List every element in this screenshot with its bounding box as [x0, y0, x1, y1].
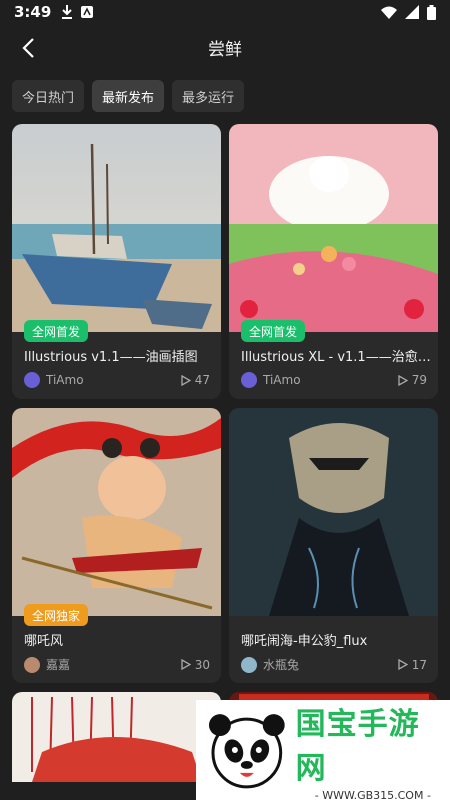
model-card[interactable]: 哪吒闹海-申公豹_flux 水瓶兔 17 [229, 408, 438, 683]
card-author[interactable]: 水瓶兔 [263, 656, 398, 673]
card-thumbnail-bunny-garden [229, 124, 438, 332]
model-card[interactable]: 全网首发 Illustrious v1.1——油画插图 TiAmo 47 [12, 124, 221, 399]
filter-tabs: 今日热门 最新发布 最多运行 [12, 80, 245, 112]
tab-most-run[interactable]: 最多运行 [172, 80, 245, 112]
watermark-url: - WWW.GB315.COM - [314, 788, 431, 800]
card-thumbnail-boat [12, 124, 221, 332]
card-thumbnail-red-sketch [12, 692, 221, 782]
play-icon [181, 659, 191, 670]
signal-icon [405, 5, 419, 19]
model-card-partial[interactable] [12, 692, 221, 782]
battery-icon [427, 4, 436, 20]
card-play-count: 79 [411, 373, 427, 387]
play-icon [398, 374, 408, 386]
status-bar: 3:49 [0, 0, 450, 24]
avatar [24, 656, 40, 673]
tab-latest[interactable]: 最新发布 [92, 80, 165, 112]
card-meta: 水瓶兔 17 [241, 656, 427, 673]
card-title: Illustrious XL - v1.1——治愈系插画 [241, 350, 431, 365]
card-play-count: 47 [194, 373, 210, 387]
app-notification-icon [81, 6, 94, 18]
tab-today-hot[interactable]: 今日热门 [12, 80, 85, 112]
download-icon [62, 5, 73, 19]
card-thumbnail-nezha [12, 408, 221, 616]
site-watermark: 国宝手游网 - WWW.GB315.COM - [196, 700, 450, 800]
card-thumbnail-leopard [229, 408, 438, 616]
panda-logo-icon [208, 714, 285, 789]
model-card[interactable]: 全网独家 哪吒风 嘉嘉 30 [12, 408, 221, 683]
card-author[interactable]: 嘉嘉 [46, 656, 181, 673]
card-author[interactable]: TiAmo [263, 373, 398, 387]
card-play-count: 30 [194, 657, 210, 672]
card-title: Illustrious v1.1——油画插图 [24, 350, 198, 365]
status-time: 3:49 [14, 3, 52, 21]
card-meta: TiAmo 79 [241, 372, 427, 388]
avatar [241, 656, 257, 673]
play-icon [181, 374, 191, 386]
card-play-count: 17 [411, 657, 427, 672]
card-author[interactable]: TiAmo [46, 373, 181, 387]
back-button[interactable] [14, 34, 42, 62]
card-badge: 全网首发 [241, 320, 306, 342]
page-title: 尝鲜 [208, 39, 242, 60]
card-badge: 全网独家 [24, 604, 89, 626]
model-card[interactable]: 全网首发 Illustrious XL - v1.1——治愈系插画 TiAmo … [229, 124, 438, 399]
chevron-left-icon [22, 38, 34, 58]
avatar [24, 372, 40, 388]
card-meta: 嘉嘉 30 [24, 656, 210, 673]
card-meta: TiAmo 47 [24, 372, 210, 388]
avatar [241, 372, 257, 388]
card-title: 哪吒风 [24, 634, 64, 649]
card-badge: 全网首发 [24, 320, 89, 342]
watermark-name: 国宝手游网 [295, 706, 420, 786]
top-bar: 尝鲜 [0, 24, 450, 70]
card-title: 哪吒闹海-申公豹_flux [241, 634, 368, 649]
play-icon [398, 659, 408, 670]
wifi-icon [381, 6, 397, 19]
